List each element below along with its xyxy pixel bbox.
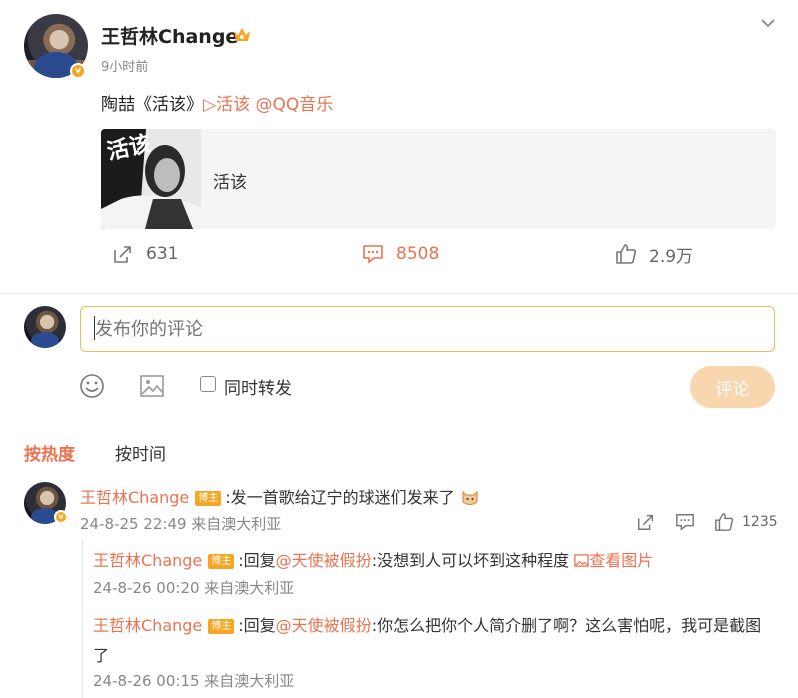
emoji-icon[interactable] xyxy=(78,372,106,400)
image-icon xyxy=(574,554,589,567)
reply-body: 王哲林Change 博主:回复@天使被假扮:没想到人可以坏到这种程度 查看图片 xyxy=(93,547,653,571)
cat-emoji-icon xyxy=(462,490,478,505)
reply-word: :回复 xyxy=(238,551,276,570)
like-button[interactable]: 2.9万 xyxy=(615,240,693,268)
music-link[interactable]: ▷活该 xyxy=(203,95,250,115)
comment-text: :发一首歌给辽宁的球迷们发来了 xyxy=(225,488,455,507)
comment-count: 8508 xyxy=(396,244,440,264)
image-icon[interactable] xyxy=(138,372,166,400)
author-badge: 博主 xyxy=(208,619,235,634)
post-time: 9小时前 xyxy=(101,60,149,75)
view-image-link[interactable]: 查看图片 xyxy=(574,551,653,570)
repost-checkbox-label[interactable]: 同时转发 xyxy=(224,374,292,399)
reply-meta: 24-8-26 00:20 来自澳大利亚 xyxy=(93,579,295,597)
repost-icon xyxy=(638,514,654,530)
album-cover[interactable]: 活该 xyxy=(101,129,201,229)
reply-author[interactable]: 王哲林Change xyxy=(93,616,202,635)
reply-mention[interactable]: @天使被假扮 xyxy=(276,551,372,570)
author-badge: 博主 xyxy=(208,554,235,569)
comment-repost-button[interactable] xyxy=(636,511,656,533)
reply-mention[interactable]: @天使被假扮 xyxy=(276,616,372,635)
reply-word: :回复 xyxy=(238,616,276,635)
comment-body: 王哲林Change 博主:发一首歌给辽宁的球迷们发来了 xyxy=(80,484,480,508)
repost-icon xyxy=(114,246,131,263)
comment-author[interactable]: 王哲林Change xyxy=(80,488,189,507)
reply-thread-line xyxy=(82,540,83,698)
verified-icon: v xyxy=(54,510,68,524)
like-icon xyxy=(616,244,637,264)
like-icon xyxy=(715,513,734,531)
submit-comment-button[interactable]: 评论 xyxy=(690,366,775,408)
reply-meta: 24-8-26 00:15 来自澳大利亚 xyxy=(93,672,295,690)
post-text: 陶喆《活该》▷活该 @QQ音乐 xyxy=(101,90,333,115)
author-name[interactable]: 王哲林Change xyxy=(101,22,238,49)
repost-checkbox[interactable] xyxy=(200,376,216,392)
reply-text: :你怎么把你个人简介删了啊？这么害怕呢，我可是截图 xyxy=(371,616,762,635)
comment-like-count: 1235 xyxy=(742,514,778,530)
divider xyxy=(0,293,798,294)
repost-count: 631 xyxy=(146,244,179,264)
reply-text-continued: 了 xyxy=(93,646,110,665)
repost-button[interactable]: 631 xyxy=(112,240,178,268)
my-avatar xyxy=(24,306,66,348)
comment-meta: 24-8-25 22:49 来自澳大利亚 xyxy=(80,515,282,533)
verified-icon: v xyxy=(70,63,86,79)
comment-button[interactable]: 8508 xyxy=(362,240,439,268)
comment-like-button[interactable]: 1235 xyxy=(714,511,778,533)
sort-by-hot-tab[interactable]: 按热度 xyxy=(24,440,75,465)
text-cursor xyxy=(94,316,95,340)
comment-icon xyxy=(363,245,383,264)
crown-icon xyxy=(234,28,250,41)
comment-reply-button[interactable] xyxy=(675,511,695,533)
comment-input[interactable] xyxy=(80,306,775,352)
view-image-label: 查看图片 xyxy=(589,551,654,570)
sort-by-time-tab[interactable]: 按时间 xyxy=(115,440,166,465)
mention-link[interactable]: @QQ音乐 xyxy=(255,95,333,115)
like-count: 2.9万 xyxy=(649,246,694,267)
post-text-prefix: 陶喆《活该》 xyxy=(101,95,203,115)
chevron-down-icon[interactable] xyxy=(759,14,777,32)
reply-text: :没想到人可以坏到这种程度 xyxy=(371,551,570,570)
comment-icon xyxy=(676,514,694,531)
author-badge: 博主 xyxy=(195,491,222,506)
music-card[interactable]: 活该 活该 xyxy=(101,129,776,229)
music-title: 活该 xyxy=(213,173,247,193)
reply-body: 王哲林Change 博主:回复@天使被假扮:你怎么把你个人简介删了啊？这么害怕呢，… xyxy=(93,612,783,666)
reply-author[interactable]: 王哲林Change xyxy=(93,551,202,570)
